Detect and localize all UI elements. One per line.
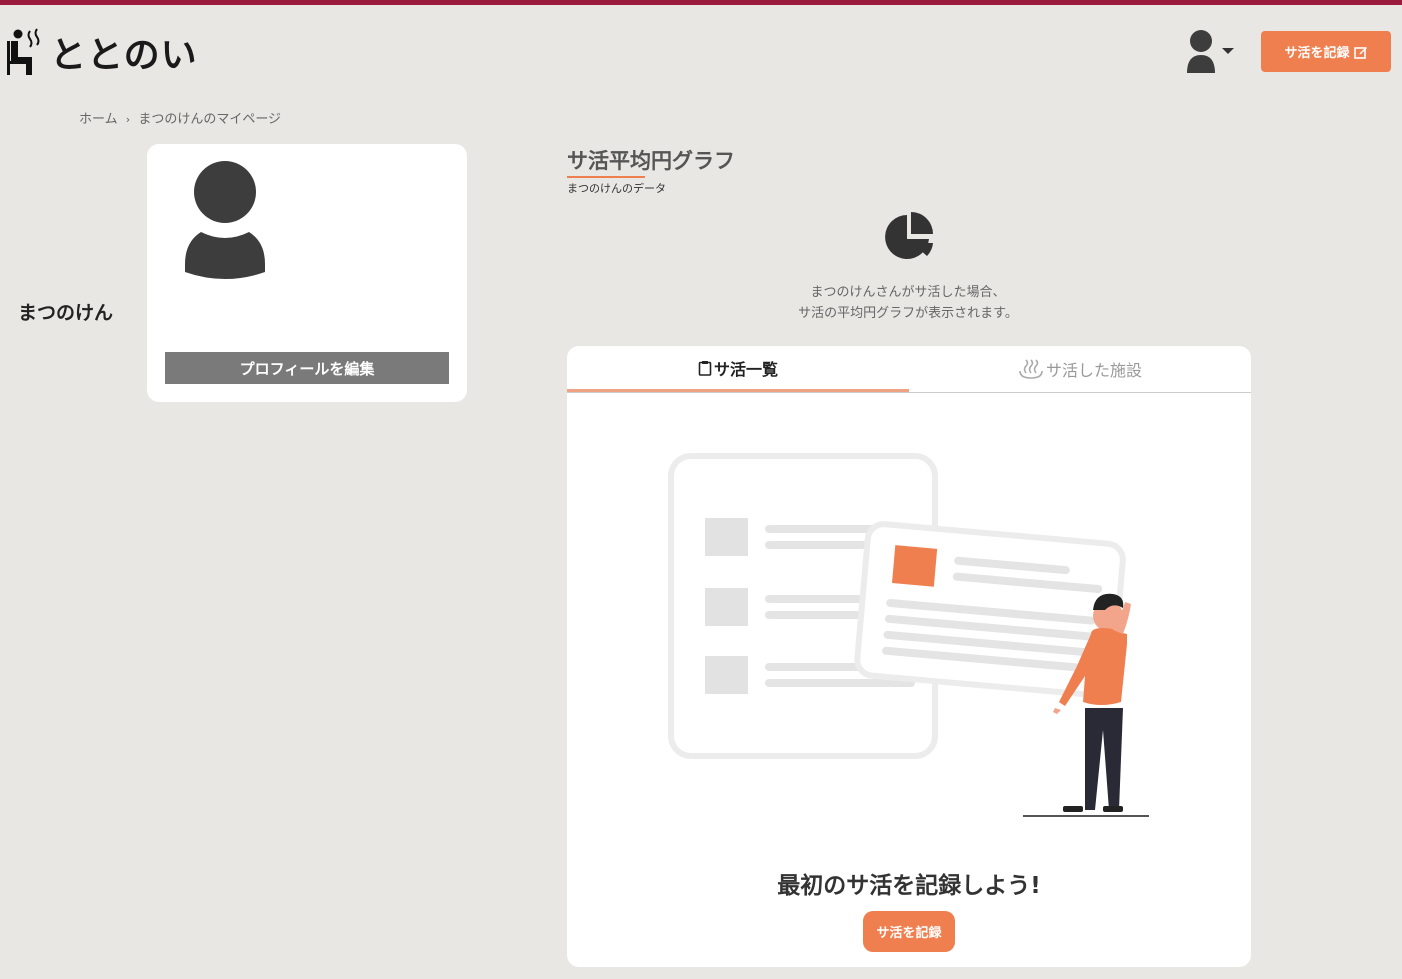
breadcrumb: ホーム › まつのけんのマイページ (79, 108, 281, 127)
hot-spring-icon (1019, 359, 1043, 379)
breadcrumb-separator: › (125, 113, 131, 126)
logo-text: ととのい (50, 35, 198, 76)
top-accent-bar (0, 0, 1402, 5)
profile-card: プロフィールを編集 (147, 144, 467, 402)
record-button-label: サ活を記録 (1284, 46, 1350, 61)
record-sakatsu-button[interactable]: サ活を記録 (1261, 31, 1391, 72)
site-logo[interactable]: ととのい (6, 26, 198, 78)
user-avatar-icon (1187, 30, 1215, 73)
edit-profile-button[interactable]: プロフィールを編集 (165, 352, 449, 384)
empty-state-title: 最初のサ活を記録しよう! (777, 873, 1041, 899)
graph-message-line1: まつのけんさんがサ活した場合、 (810, 285, 1006, 300)
profile-name: まつのけん (18, 302, 114, 324)
graph-subtitle: まつのけんのデータ (567, 182, 666, 195)
tab-visited-facilities[interactable]: サ活した施設 (909, 346, 1251, 392)
clipboard-icon (698, 360, 712, 376)
graph-message-line2: サ活の平均円グラフが表示されます。 (798, 306, 1018, 321)
sauna-chair-icon (7, 28, 40, 75)
breadcrumb-home[interactable]: ホーム (79, 112, 118, 127)
profile-avatar-icon (185, 161, 265, 279)
tab-sakatsu-list[interactable]: サ活一覧 (567, 346, 909, 392)
tab-bar: サ活一覧 サ活した施設 (567, 346, 1251, 393)
user-menu-dropdown[interactable] (1184, 28, 1236, 74)
graph-empty-message: まつのけんさんがサ活した場合、 サ活の平均円グラフが表示されます。 (740, 282, 1076, 324)
empty-list-illustration (668, 453, 1149, 817)
tab-label: サ活した施設 (1045, 361, 1142, 380)
sakatsu-tabs-card: サ活一覧 サ活した施設 最初のサ活を記録しよう! サ活を記録 (567, 346, 1251, 967)
edit-icon (1353, 46, 1367, 59)
title-underline (567, 176, 645, 178)
tab-label: サ活一覧 (713, 359, 778, 379)
graph-title: サ活平均円グラフ (567, 149, 735, 173)
breadcrumb-current: まつのけんのマイページ (138, 112, 282, 127)
pie-chart-icon (885, 212, 933, 259)
record-sakatsu-cta-button[interactable]: サ活を記録 (863, 911, 955, 952)
chevron-down-icon (1222, 48, 1234, 54)
